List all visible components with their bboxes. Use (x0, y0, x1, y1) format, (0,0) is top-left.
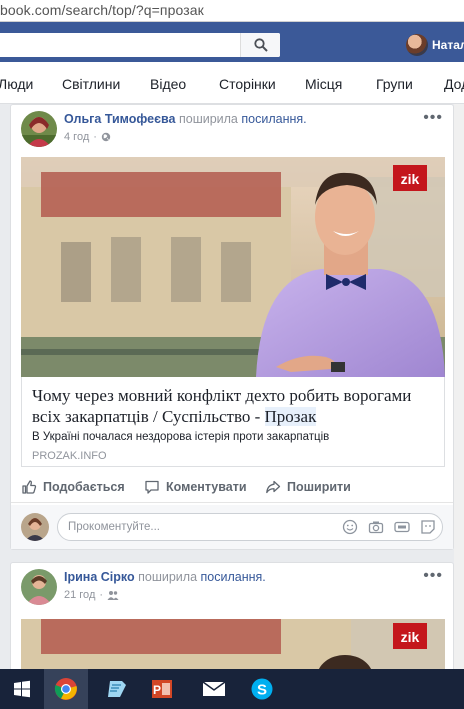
tab-groups[interactable]: Групи (376, 76, 413, 92)
notepad-icon (108, 681, 126, 697)
author-name[interactable]: Ірина Сірко (64, 570, 135, 584)
commenter-avatar (21, 513, 49, 541)
author-name[interactable]: Ольга Тимофеєва (64, 112, 175, 126)
zik-logo-text: zik (401, 171, 420, 187)
windows-taskbar: P S (0, 669, 464, 709)
comment-composer: Прокоментуйте... (11, 505, 453, 549)
chrome-icon (54, 678, 77, 700)
tab-pages[interactable]: Сторінки (219, 76, 276, 92)
facebook-header: Натал (0, 22, 464, 62)
tab-places[interactable]: Місця (305, 76, 342, 92)
search-input[interactable] (0, 33, 280, 57)
post-actions: Подобається Коментувати Поширити (11, 475, 453, 503)
user-avatar[interactable] (406, 34, 428, 56)
link-preview-image[interactable]: zik (21, 157, 445, 377)
share-button[interactable]: Поширити (265, 479, 351, 495)
search-tabs: Люди Світлини Відео Сторінки Місця Групи… (0, 62, 464, 104)
gif-icon[interactable] (394, 519, 410, 535)
friends-icon (107, 591, 119, 600)
post-options-button[interactable]: ••• (423, 109, 443, 127)
camera-icon[interactable] (368, 519, 384, 535)
start-button[interactable] (0, 669, 44, 709)
link-source: PROZAK.INFO (32, 450, 107, 462)
taskbar-chrome[interactable] (44, 669, 88, 709)
link-title-text[interactable]: Чому через мовний конфлікт дехто робить … (32, 386, 411, 426)
svg-text:P: P (153, 683, 161, 697)
address-bar[interactable]: book.com/search/top/?q=прозак (0, 0, 464, 22)
post-options-button[interactable]: ••• (423, 567, 443, 585)
post-object-link[interactable]: посилання. (241, 112, 306, 126)
comment-input[interactable]: Прокоментуйте... (57, 513, 443, 541)
post-header: Ольга Тимофеєва поширила посилання. (64, 112, 307, 126)
comment-tools (342, 519, 436, 535)
svg-text:S: S (257, 682, 267, 699)
link-title-highlight[interactable]: Прозак (264, 407, 317, 426)
post-card: Ольга Тимофеєва поширила посилання. 4 го… (10, 104, 454, 550)
share-label: Поширити (287, 480, 351, 494)
zik-logo-text: zik (401, 629, 420, 645)
windows-start-icon (14, 680, 30, 698)
author-avatar[interactable] (21, 111, 57, 147)
author-avatar[interactable] (21, 569, 57, 605)
user-name-link[interactable]: Натал (432, 38, 464, 52)
sticker-icon[interactable] (420, 519, 436, 535)
link-title[interactable]: Чому через мовний конфлікт дехто робить … (32, 385, 442, 427)
taskbar-mail[interactable] (192, 669, 236, 709)
comment-placeholder: Прокоментуйте... (68, 521, 160, 533)
link-preview-image[interactable]: zik (21, 619, 445, 673)
mail-icon (202, 681, 226, 696)
comment-label: Коментувати (166, 480, 247, 494)
taskbar-notepad[interactable] (95, 669, 139, 709)
taskbar-powerpoint[interactable]: P (140, 669, 184, 709)
post-card: Ірина Сірко поширила посилання. 21 год ·… (10, 562, 454, 673)
post-timestamp: 4 год · (64, 131, 111, 143)
link-preview[interactable]: Чому через мовний конфлікт дехто робить … (21, 377, 445, 467)
thumbs-up-icon (22, 480, 37, 494)
post-timestamp: 21 год · (64, 589, 119, 601)
search-button[interactable] (240, 33, 280, 57)
post-header: Ірина Сірко поширила посилання. (64, 570, 266, 584)
post-time[interactable]: 4 год (64, 131, 89, 143)
share-icon (266, 480, 281, 494)
tab-photos[interactable]: Світлини (62, 76, 120, 92)
skype-icon: S (251, 678, 273, 700)
like-label: Подобається (43, 480, 125, 494)
page-scrollbar[interactable] (454, 104, 464, 669)
post-time[interactable]: 21 год (64, 589, 95, 601)
like-button[interactable]: Подобається (21, 479, 125, 495)
comment-icon (145, 480, 159, 494)
tab-more[interactable]: Дод (444, 76, 464, 92)
comment-button[interactable]: Коментувати (144, 479, 247, 495)
tab-videos[interactable]: Відео (150, 76, 186, 92)
emoji-icon[interactable] (342, 519, 358, 535)
tab-people[interactable]: Люди (0, 76, 33, 92)
search-icon (253, 38, 268, 52)
powerpoint-icon: P (152, 680, 172, 698)
url-text[interactable]: book.com/search/top/?q=прозак (0, 2, 204, 18)
taskbar-skype[interactable]: S (240, 669, 284, 709)
globe-icon (101, 132, 111, 142)
post-verb: поширила (178, 112, 238, 126)
post-object-link[interactable]: посилання. (201, 570, 266, 584)
link-description: В Україні почалася нездорова істерія про… (32, 431, 330, 443)
post-verb: поширила (138, 570, 198, 584)
